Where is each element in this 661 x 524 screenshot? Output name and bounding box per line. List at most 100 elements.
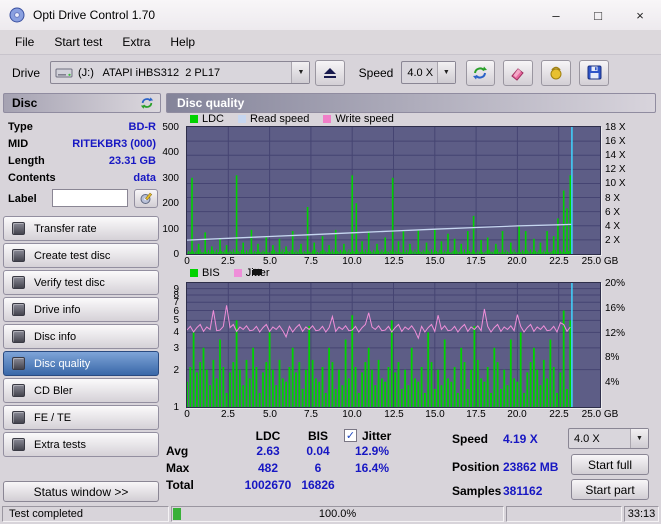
menu-start-test[interactable]: Start test: [44, 32, 112, 52]
legend-label: Write speed: [335, 113, 394, 125]
axis-tick: 12%: [605, 328, 626, 339]
info-value: BD-R: [128, 120, 157, 133]
max-ldc-value: 482: [257, 461, 279, 475]
minimize-button[interactable]: –: [535, 0, 577, 30]
sidebar-item-disc-info[interactable]: Disc info: [3, 324, 159, 349]
title-bar: Opti Drive Control 1.70 – □ ×: [0, 0, 661, 31]
top-chart-legend: LDC Read speed Write speed: [190, 113, 408, 125]
info-value: RITEKBR3 (000): [72, 137, 156, 150]
start-part-button[interactable]: Start part: [571, 479, 649, 500]
cd-bler-icon: [12, 384, 25, 397]
drive-value: (J:) ATAPI iHBS312 2 PL17: [78, 66, 221, 79]
bottom-chart-legend: BIS Jitter: [190, 267, 284, 279]
bis-swatch-icon: [190, 269, 198, 277]
legend-label: Read speed: [250, 113, 310, 125]
axis-tick: 12 X: [605, 164, 626, 175]
speed-select[interactable]: 4.0 X ▼: [401, 61, 456, 84]
verify-test-disc-icon: [12, 276, 25, 289]
disc-quality-icon: [12, 357, 25, 370]
jitter-checkbox-label: Jitter: [362, 429, 392, 443]
sidebar-item-label: Verify test disc: [34, 276, 105, 289]
info-value: 23.31 GB: [108, 154, 156, 167]
sidebar-item-verify-test-disc[interactable]: Verify test disc: [3, 270, 159, 295]
clean-icon: [550, 66, 562, 79]
speed-value: 4.0 X: [407, 66, 434, 79]
avg-bis-value: 0.04: [306, 444, 330, 458]
sidebar-nav: Transfer rate Create test disc Verify te…: [3, 216, 159, 459]
axis-tick: 4 X: [605, 221, 621, 232]
menu-file[interactable]: File: [5, 32, 44, 52]
sidebar-item-label: Disc quality: [34, 357, 91, 370]
write-speed-swatch-icon: [323, 115, 332, 123]
elapsed-time: 33:13: [624, 506, 659, 522]
progress-percent: 100.0%: [318, 508, 357, 520]
check-icon: ✓: [345, 430, 356, 442]
main-panel-header: Disc quality: [166, 93, 656, 113]
sidebar-item-drive-info[interactable]: Drive info: [3, 297, 159, 322]
menu-help[interactable]: Help: [160, 32, 205, 52]
eject-button[interactable]: [315, 59, 345, 86]
progress-bar: 100.0%: [171, 506, 504, 522]
chevron-down-icon: ▼: [291, 62, 310, 83]
sidebar-item-transfer-rate[interactable]: Transfer rate: [3, 216, 159, 241]
info-value[interactable]: data: [133, 172, 156, 184]
refresh-disc-button[interactable]: [140, 96, 154, 110]
avg-ldc-value: 2.63: [256, 444, 280, 458]
axis-tick: 8 X: [605, 193, 621, 204]
sidebar-item-label: FE / TE: [34, 411, 72, 424]
start-full-button[interactable]: Start full: [571, 454, 649, 475]
sidebar-item-cd-bler[interactable]: CD Bler: [3, 378, 159, 403]
total-row-label: Total: [166, 478, 194, 492]
create-test-disc-icon: [12, 249, 25, 262]
elapsed-time-value: 33:13: [627, 508, 656, 520]
info-label: Type: [8, 120, 33, 133]
refresh-button[interactable]: [465, 59, 495, 86]
info-label: Length: [8, 154, 45, 167]
axis-tick: 25.0 GB: [581, 256, 619, 267]
speed-limit-select[interactable]: 4.0 X ▼: [568, 428, 649, 449]
window-controls: – □ ×: [535, 0, 661, 30]
window-title: Opti Drive Control 1.70: [33, 8, 156, 22]
total-ldc-value: 1002670: [244, 478, 292, 492]
maximize-button[interactable]: □: [577, 0, 619, 30]
sidebar-item-disc-quality[interactable]: Disc quality: [3, 351, 159, 376]
bis-chart-svg: [186, 283, 600, 407]
legend-label: LDC: [202, 113, 225, 125]
bis-chart: [186, 282, 601, 408]
axis-tick: 18 X: [605, 122, 626, 133]
axis-tick: 25.0 GB: [581, 409, 619, 420]
status-spacer-cell: [506, 506, 622, 522]
fe-te-icon: [12, 411, 25, 424]
erase-disc-button[interactable]: [503, 59, 533, 86]
legend-jitter: Jitter: [233, 267, 270, 279]
edit-label-button[interactable]: [134, 189, 158, 208]
sidebar-item-fe-te[interactable]: FE / TE: [3, 405, 159, 430]
close-button[interactable]: ×: [619, 0, 661, 30]
jitter-checkbox[interactable]: ✓: [344, 429, 357, 442]
sidebar-item-label: Disc info: [34, 330, 77, 343]
chevron-down-icon: ▼: [630, 429, 648, 448]
bis-column-header: BIS: [307, 429, 328, 443]
max-row-label: Max: [166, 461, 190, 475]
floppy-save-icon: [587, 65, 601, 80]
max-bis-value: 6: [314, 461, 322, 475]
sidebar-item-create-test-disc[interactable]: Create test disc: [3, 243, 159, 268]
total-bis-value: 16826: [301, 478, 335, 492]
drive-label: Drive: [12, 65, 41, 80]
save-button[interactable]: [579, 59, 609, 86]
clean-disc-button[interactable]: [541, 59, 571, 86]
label-row: Label: [8, 189, 158, 210]
axis-tick: 6 X: [605, 207, 621, 218]
status-window-button[interactable]: Status window >>: [3, 481, 159, 502]
label-input[interactable]: [52, 189, 128, 207]
axis-tick: 16 X: [605, 136, 626, 147]
info-row-contents: Contents data: [3, 169, 161, 186]
sidebar-item-label: Create test disc: [34, 249, 111, 262]
sidebar-item-extra-tests[interactable]: Extra tests: [3, 432, 159, 457]
position-stat-label: Position: [452, 460, 500, 474]
axis-tick: 8%: [605, 352, 620, 363]
menu-extra[interactable]: Extra: [112, 32, 160, 52]
axis-tick: 300: [162, 173, 179, 184]
drive-select[interactable]: (J:) ATAPI iHBS312 2 PL17 ▼: [50, 61, 311, 84]
ldc-chart-svg: [186, 127, 600, 254]
